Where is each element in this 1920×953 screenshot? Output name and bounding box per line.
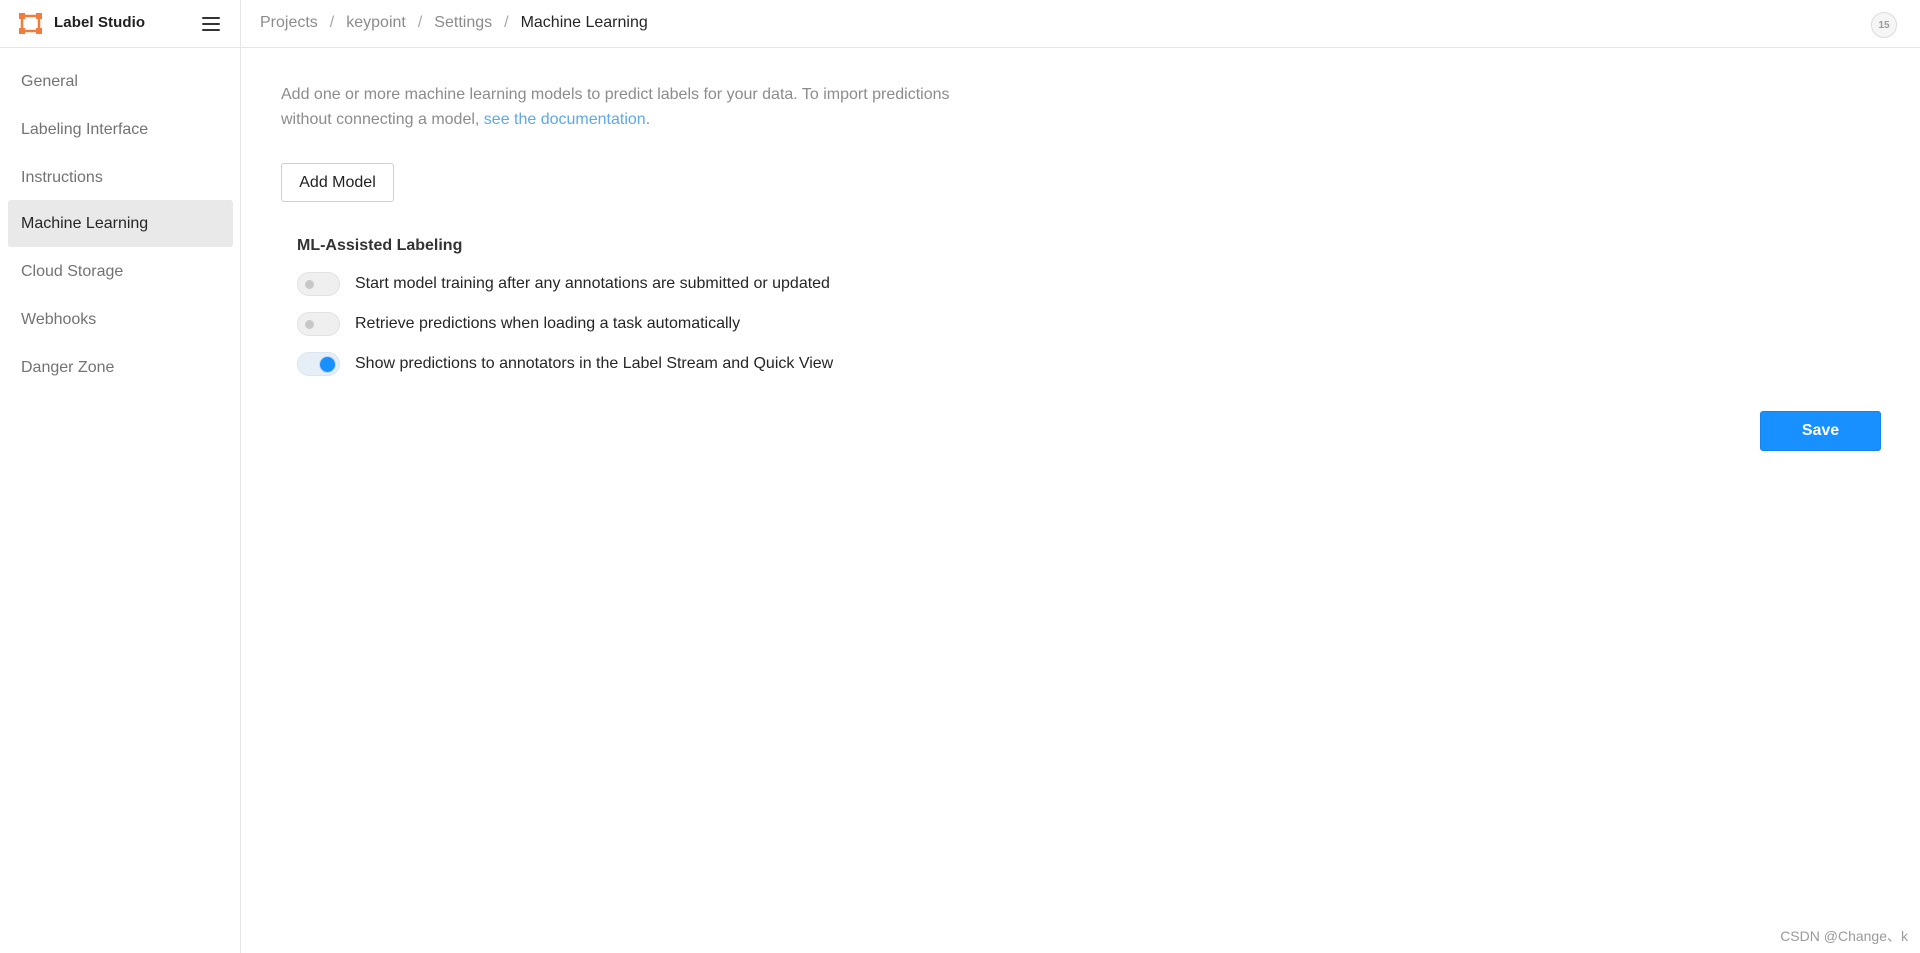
sidebar-item-machine-learning[interactable]: Machine Learning: [8, 200, 233, 247]
main-content: Add one or more machine learning models …: [242, 48, 1920, 953]
toggle-knob: [305, 320, 314, 329]
breadcrumb-project-keypoint[interactable]: keypoint: [346, 14, 406, 32]
start-training-label: Start model training after any annotatio…: [355, 275, 830, 292]
sidebar-item-labeling-interface[interactable]: Labeling Interface: [8, 106, 233, 153]
toggle-row-start-training: Start model training after any annotatio…: [297, 272, 830, 296]
top-header: Label Studio Projects / keypoint / Settings /…: [0, 0, 1920, 48]
retrieve-predictions-label: Retrieve predictions when loading a task…: [355, 315, 741, 332]
toggle-row-show-predictions: Show predictions to annotators in the La…: [297, 352, 833, 376]
intro-end: .: [645, 111, 651, 128]
breadcrumb-projects[interactable]: Projects: [260, 14, 318, 32]
breadcrumb-separator: /: [504, 14, 509, 31]
save-button[interactable]: Save: [1760, 411, 1881, 451]
show-predictions-label: Show predictions to annotators in the La…: [355, 355, 834, 372]
hamburger-menu-icon[interactable]: [200, 13, 222, 35]
ml-assisted-labeling-title: ML-Assisted Labeling: [297, 237, 463, 254]
breadcrumb-settings[interactable]: Settings: [434, 14, 492, 32]
app-name[interactable]: Label Studio: [54, 14, 145, 31]
sidebar-item-cloud-storage[interactable]: Cloud Storage: [8, 248, 233, 295]
toggle-row-retrieve-predictions: Retrieve predictions when loading a task…: [297, 312, 740, 336]
intro-description: Add one or more machine learning models …: [281, 82, 1001, 132]
toggle-knob: [305, 280, 314, 289]
label-studio-logo-icon[interactable]: [19, 13, 42, 34]
documentation-link[interactable]: see the documentation: [484, 111, 646, 128]
sidebar-item-danger-zone[interactable]: Danger Zone: [8, 344, 233, 391]
settings-sidebar: General Labeling Interface Instructions …: [0, 48, 241, 953]
breadcrumb-separator: /: [417, 14, 423, 31]
breadcrumb: Projects / keypoint / Settings / Machine Learn…: [260, 14, 648, 32]
toggle-knob: [320, 357, 335, 372]
start-training-toggle[interactable]: [297, 272, 340, 296]
sidebar-item-general[interactable]: General: [8, 58, 233, 105]
show-predictions-toggle[interactable]: [297, 352, 340, 376]
breadcrumb-separator: /: [329, 14, 335, 31]
breadcrumb-machine-learning: Machine Learning: [520, 14, 648, 31]
watermark: CSDN @Change、k: [1780, 928, 1908, 944]
sidebar-item-instructions[interactable]: Instructions: [8, 154, 233, 201]
add-model-button[interactable]: Add Model: [281, 163, 394, 202]
sidebar-item-webhooks[interactable]: Webhooks: [8, 296, 233, 343]
brand-area: Label Studio: [0, 0, 241, 47]
user-avatar-badge[interactable]: 15: [1871, 12, 1897, 38]
retrieve-predictions-toggle[interactable]: [297, 312, 340, 336]
